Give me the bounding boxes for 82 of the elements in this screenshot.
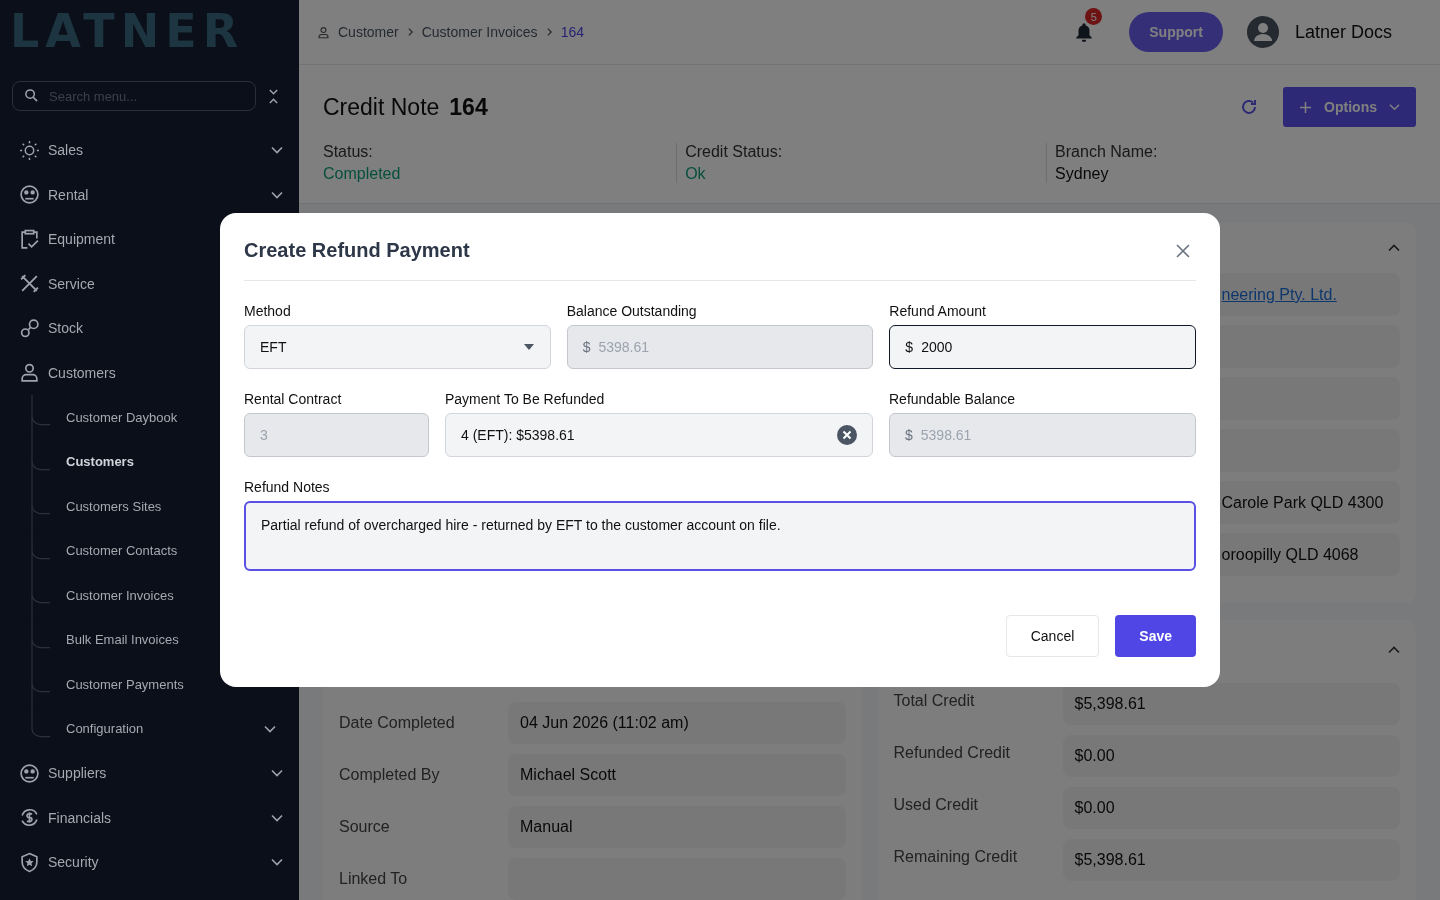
avatar-icon[interactable] xyxy=(1246,16,1279,48)
clear-icon[interactable] xyxy=(837,425,857,445)
breadcrumb-link[interactable]: Customer xyxy=(338,24,399,40)
chevron-down-icon xyxy=(271,190,283,199)
input-field[interactable]: 4 (EFT): $5398.61 xyxy=(445,413,873,457)
value-field: $0.00 xyxy=(1062,787,1400,829)
status-label: Credit Status: xyxy=(685,143,784,161)
person-icon xyxy=(317,25,330,39)
field-label: Source xyxy=(339,818,391,836)
chevron-down-icon xyxy=(271,769,283,778)
plus-icon xyxy=(1299,100,1313,114)
field-label: Total Credit xyxy=(893,691,976,710)
field-label: Refund Notes xyxy=(244,479,331,495)
notes-field[interactable]: Partial refund of overcharged hire - returned by EFT to the customer account on file. xyxy=(244,501,1196,571)
cancel-button[interactable]: Cancel xyxy=(1005,615,1100,657)
user-name[interactable]: Latner Docs xyxy=(1294,21,1392,43)
menu-item[interactable]: Suppliers xyxy=(0,751,299,796)
method-select[interactable]: EFT xyxy=(244,325,551,369)
field-label: Completed By xyxy=(339,766,441,784)
tree-connector xyxy=(31,573,51,618)
breadcrumb-link[interactable]: Customer Invoices xyxy=(421,24,538,40)
chevron-down-icon xyxy=(264,724,276,733)
address-text: oroopilly QLD 4068 xyxy=(1221,545,1359,564)
tree-connector xyxy=(31,395,51,440)
menu-item[interactable]: Rental xyxy=(0,172,299,217)
tree-connector xyxy=(31,439,51,484)
chevron-right-icon xyxy=(406,27,414,37)
tools-icon xyxy=(19,273,40,295)
status-label: Branch Name: xyxy=(1055,143,1159,161)
tree-connector xyxy=(31,528,51,573)
field-label: Refunded Credit xyxy=(893,743,1011,762)
search-icon xyxy=(24,88,39,103)
field-label: Refund Amount xyxy=(889,303,987,319)
submenu-item[interactable]: Configuration xyxy=(66,706,299,751)
menu-item[interactable]: Security xyxy=(0,840,299,885)
dollar-cycle-icon xyxy=(19,807,40,829)
field-label: Payment To Be Refunded xyxy=(445,391,606,407)
value-field: Manual xyxy=(508,806,846,848)
menu-item[interactable]: Sales xyxy=(0,128,299,173)
field-label: Used Credit xyxy=(893,795,979,814)
save-button[interactable]: Save xyxy=(1115,615,1196,657)
notification-badge: 5 xyxy=(1085,8,1103,25)
field-label: Refundable Balance xyxy=(889,391,1017,407)
value-field: $5,398.61 xyxy=(1062,683,1400,725)
collapse-icon[interactable] xyxy=(268,87,279,105)
field-label: Linked To xyxy=(339,870,409,888)
dialog-title: Create Refund Payment xyxy=(244,239,470,262)
tree-connector xyxy=(31,662,51,707)
value-field: 04 Jun 2026 (11:02 am) xyxy=(508,702,846,744)
status-value: Sydney xyxy=(1055,165,1110,183)
value-field: Michael Scott xyxy=(508,754,846,796)
field-label: Date Completed xyxy=(339,714,456,732)
status-value: Ok xyxy=(685,165,707,183)
field-label: Balance Outstanding xyxy=(566,303,698,319)
value-field: $5,398.61 xyxy=(1062,839,1400,881)
chevron-down-icon xyxy=(1389,103,1400,111)
chevron-right-icon xyxy=(545,27,553,37)
input-field[interactable]: $ 2000 xyxy=(889,325,1196,369)
sun-icon xyxy=(19,139,40,161)
page-title: Credit Note xyxy=(323,93,440,121)
tree-connector xyxy=(31,484,51,529)
chevron-up-icon[interactable] xyxy=(1388,244,1400,252)
chevron-up-icon[interactable] xyxy=(1388,646,1400,654)
status-label: Status: xyxy=(323,143,374,161)
field-label: Remaining Credit xyxy=(893,847,1019,866)
credit-note-number: 164 xyxy=(449,93,488,121)
close-icon[interactable] xyxy=(1176,243,1190,258)
chevron-down-icon xyxy=(271,146,283,155)
menu-item[interactable]: Financials xyxy=(0,795,299,840)
field-label: Method xyxy=(244,303,292,319)
chevron-down-icon xyxy=(271,813,283,822)
address-text: Carole Park QLD 4300 xyxy=(1221,493,1384,512)
status-value: Completed xyxy=(323,165,402,183)
tree-connector xyxy=(31,617,51,662)
person-icon xyxy=(19,362,40,384)
caret-icon xyxy=(523,344,534,350)
menu-item[interactable]: Service xyxy=(0,261,299,306)
value-field: $0.00 xyxy=(1062,735,1400,777)
chevron-down-icon xyxy=(271,858,283,867)
shield-icon xyxy=(19,851,40,873)
field-label: Rental Contract xyxy=(244,391,343,407)
clipboard-check-icon xyxy=(19,228,40,250)
